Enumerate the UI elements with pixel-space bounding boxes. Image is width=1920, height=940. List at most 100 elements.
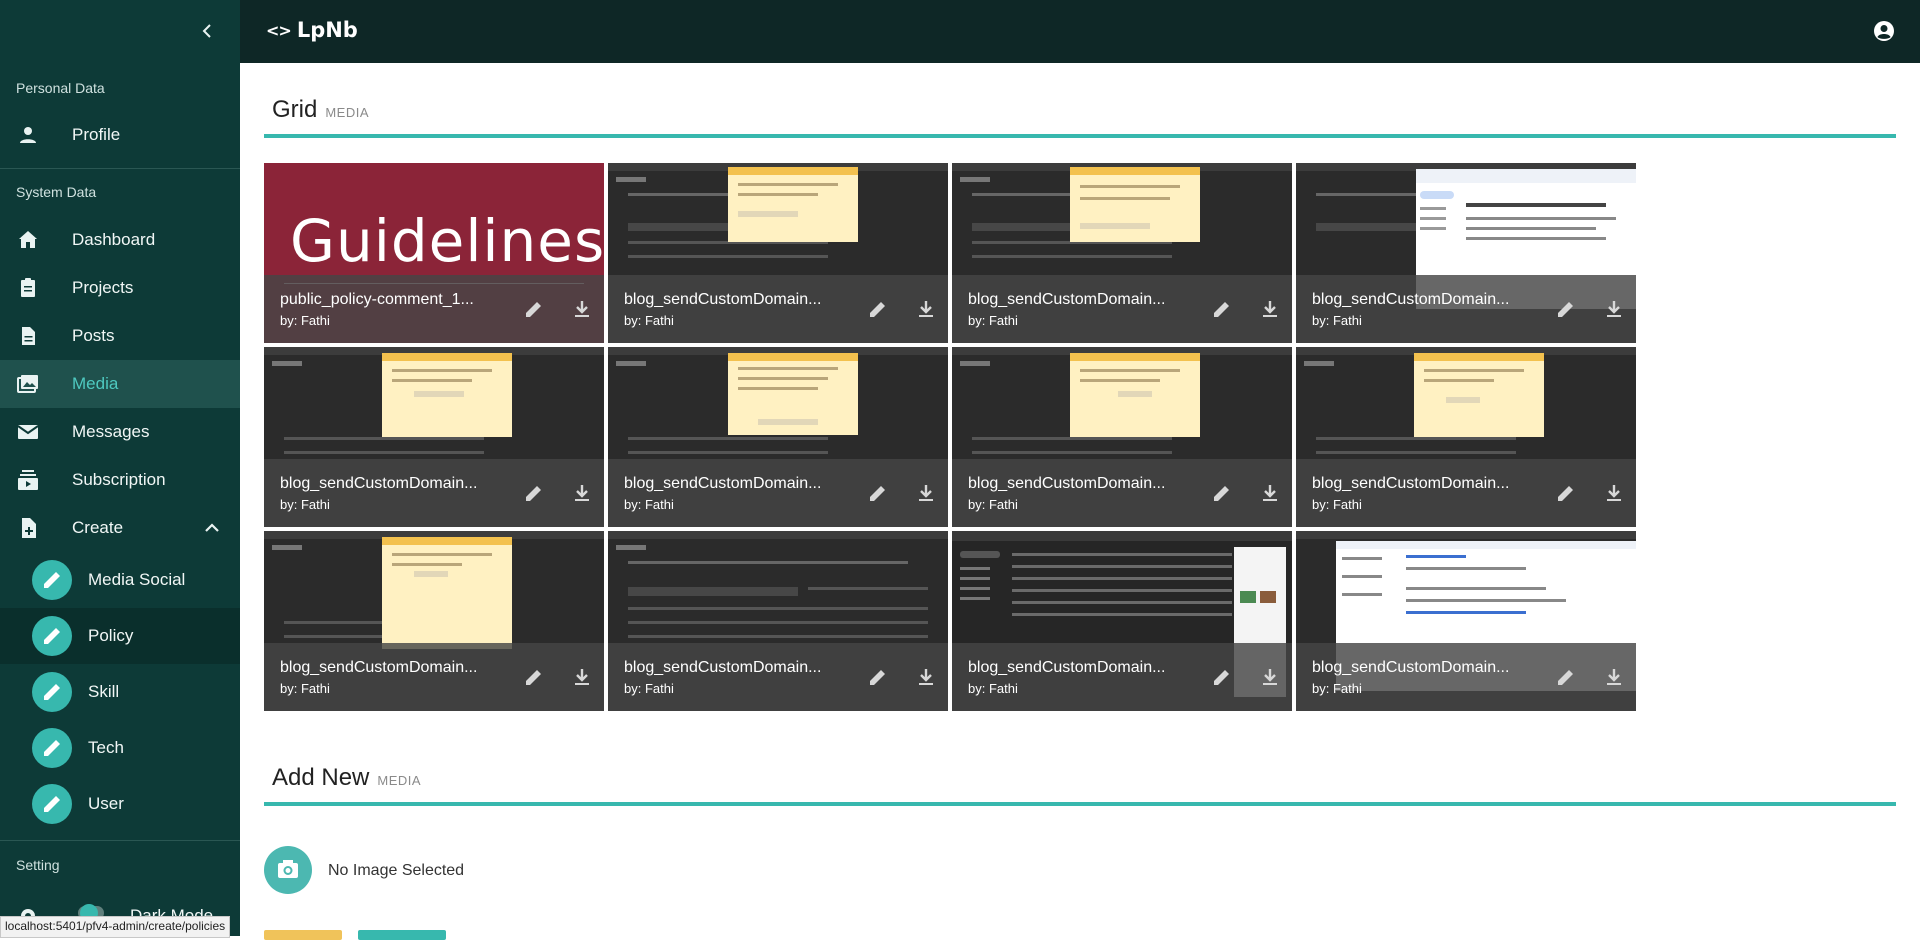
media-tile[interactable]: blog_sendCustomDomain... by: Fathi <box>1296 347 1636 527</box>
download-icon[interactable] <box>914 481 938 505</box>
app-logo[interactable]: <> LpNb <box>266 18 358 42</box>
grid-heading: Grid MEDIA <box>272 96 369 124</box>
create-item-label: Skill <box>88 682 120 701</box>
edit-icon[interactable] <box>1210 481 1234 505</box>
media-tile[interactable]: blog_sendCustomDomain... by: Fathi <box>264 347 604 527</box>
create-item-user[interactable]: User <box>0 776 240 832</box>
download-icon[interactable] <box>1602 297 1626 321</box>
download-icon[interactable] <box>1258 297 1282 321</box>
media-tile[interactable]: blog_sendCustomDomain... by: Fathi <box>608 531 948 711</box>
media-tile[interactable]: blog_sendCustomDomain... by: Fathi <box>1296 163 1636 343</box>
download-icon[interactable] <box>570 481 594 505</box>
sidebar-item-profile[interactable]: Profile <box>0 111 240 159</box>
pencil-avatar <box>32 672 72 712</box>
account-button[interactable] <box>1872 19 1896 43</box>
media-tile[interactable]: blog_sendCustomDomain... by: Fathi <box>952 531 1292 711</box>
create-item-label: Tech <box>88 738 124 757</box>
tile-caption-bar <box>608 275 948 343</box>
media-tile[interactable]: blog_sendCustomDomain... by: Fathi <box>608 163 948 343</box>
tile-title: blog_sendCustomDomain... <box>968 475 1166 492</box>
sidebar-item-label: Posts <box>72 326 115 345</box>
tile-caption-bar <box>608 459 948 527</box>
tile-title: blog_sendCustomDomain... <box>624 291 822 308</box>
clipboard-icon <box>21 278 35 297</box>
select-image-button[interactable] <box>264 846 312 894</box>
media-tile[interactable]: Guidelines public_policy-comment_1... by… <box>264 163 604 343</box>
edit-icon[interactable] <box>866 665 890 689</box>
download-icon[interactable] <box>914 665 938 689</box>
download-icon[interactable] <box>570 297 594 321</box>
tile-author: by: Fathi <box>1312 313 1362 328</box>
home-icon <box>19 231 37 248</box>
edit-icon[interactable] <box>1210 297 1234 321</box>
pencil-avatar <box>32 784 72 824</box>
media-tile[interactable]: blog_sendCustomDomain... by: Fathi <box>608 347 948 527</box>
sidebar-item-label: Subscription <box>72 470 166 489</box>
edit-icon[interactable] <box>1554 297 1578 321</box>
sidebar-item-label: Dashboard <box>72 230 156 249</box>
sidebar-item-dashboard[interactable]: Dashboard <box>0 216 240 264</box>
media-grid: Guidelines public_policy-comment_1... by… <box>264 163 1640 711</box>
sidebar-item-create[interactable]: Create <box>0 504 240 552</box>
setting-heading: Setting <box>16 857 60 873</box>
grid-divider <box>264 134 1896 138</box>
tile-author: by: Fathi <box>1312 497 1362 512</box>
tile-title: blog_sendCustomDomain... <box>624 475 822 492</box>
edit-icon[interactable] <box>522 297 546 321</box>
media-tile[interactable]: blog_sendCustomDomain... by: Fathi <box>952 347 1292 527</box>
sidebar-item-label: Profile <box>72 125 121 144</box>
edit-icon[interactable] <box>866 481 890 505</box>
sidebar-item-media[interactable]: Media <box>0 360 240 408</box>
add-new-title: Add New <box>272 764 370 791</box>
grid-subtitle: MEDIA <box>325 105 370 120</box>
download-icon[interactable] <box>570 665 594 689</box>
media-tile[interactable]: blog_sendCustomDomain... by: Fathi <box>952 163 1292 343</box>
download-icon[interactable] <box>1258 665 1282 689</box>
edit-icon[interactable] <box>1210 665 1234 689</box>
sidebar-item-messages[interactable]: Messages <box>0 408 240 456</box>
grid-title: Grid <box>272 96 318 123</box>
sidebar-item-subscription[interactable]: Subscription <box>0 456 240 504</box>
no-image-text: No Image Selected <box>328 862 465 879</box>
pencil-icon <box>44 740 60 756</box>
media-tile[interactable]: blog_sendCustomDomain... by: Fathi <box>264 531 604 711</box>
download-icon[interactable] <box>914 297 938 321</box>
edit-icon[interactable] <box>522 665 546 689</box>
pencil-avatar <box>32 560 72 600</box>
create-item-media-social[interactable]: Media Social <box>0 552 240 608</box>
create-item-skill[interactable]: Skill <box>0 664 240 720</box>
tile-caption-bar <box>952 275 1292 343</box>
tile-author: by: Fathi <box>968 313 1018 328</box>
add-new-subtitle: MEDIA <box>377 773 422 788</box>
tile-caption-bar <box>1296 459 1636 527</box>
collapse-sidebar-button[interactable] <box>194 18 222 44</box>
edit-icon[interactable] <box>522 481 546 505</box>
sidebar-divider <box>0 840 240 841</box>
create-item-label: User <box>88 794 124 813</box>
create-item-policy[interactable]: Policy <box>0 608 240 664</box>
media-tile[interactable]: blog_sendCustomDomain... by: Fathi <box>1296 531 1636 711</box>
download-icon[interactable] <box>1602 481 1626 505</box>
cancel-button[interactable] <box>264 930 342 940</box>
sidebar-item-posts[interactable]: Posts <box>0 312 240 360</box>
download-icon[interactable] <box>1258 481 1282 505</box>
pencil-icon <box>44 684 60 700</box>
mail-icon <box>17 425 39 439</box>
sidebar-item-projects[interactable]: Projects <box>0 264 240 312</box>
download-icon[interactable] <box>1602 665 1626 689</box>
pencil-avatar <box>32 728 72 768</box>
sidebar-item-label: Media <box>72 374 119 393</box>
tile-caption-bar <box>264 459 604 527</box>
submit-button[interactable] <box>358 930 446 940</box>
tile-author: by: Fathi <box>968 681 1018 696</box>
tile-author: by: Fathi <box>280 497 330 512</box>
edit-icon[interactable] <box>1554 481 1578 505</box>
sidebar-item-label: Messages <box>72 422 150 441</box>
edit-icon[interactable] <box>866 297 890 321</box>
chevron-up-icon <box>205 523 219 532</box>
code-icon: <> <box>266 20 292 40</box>
app-logo-text: LpNb <box>296 18 358 42</box>
edit-icon[interactable] <box>1554 665 1578 689</box>
create-item-tech[interactable]: Tech <box>0 720 240 776</box>
account-circle-icon <box>1874 21 1894 41</box>
